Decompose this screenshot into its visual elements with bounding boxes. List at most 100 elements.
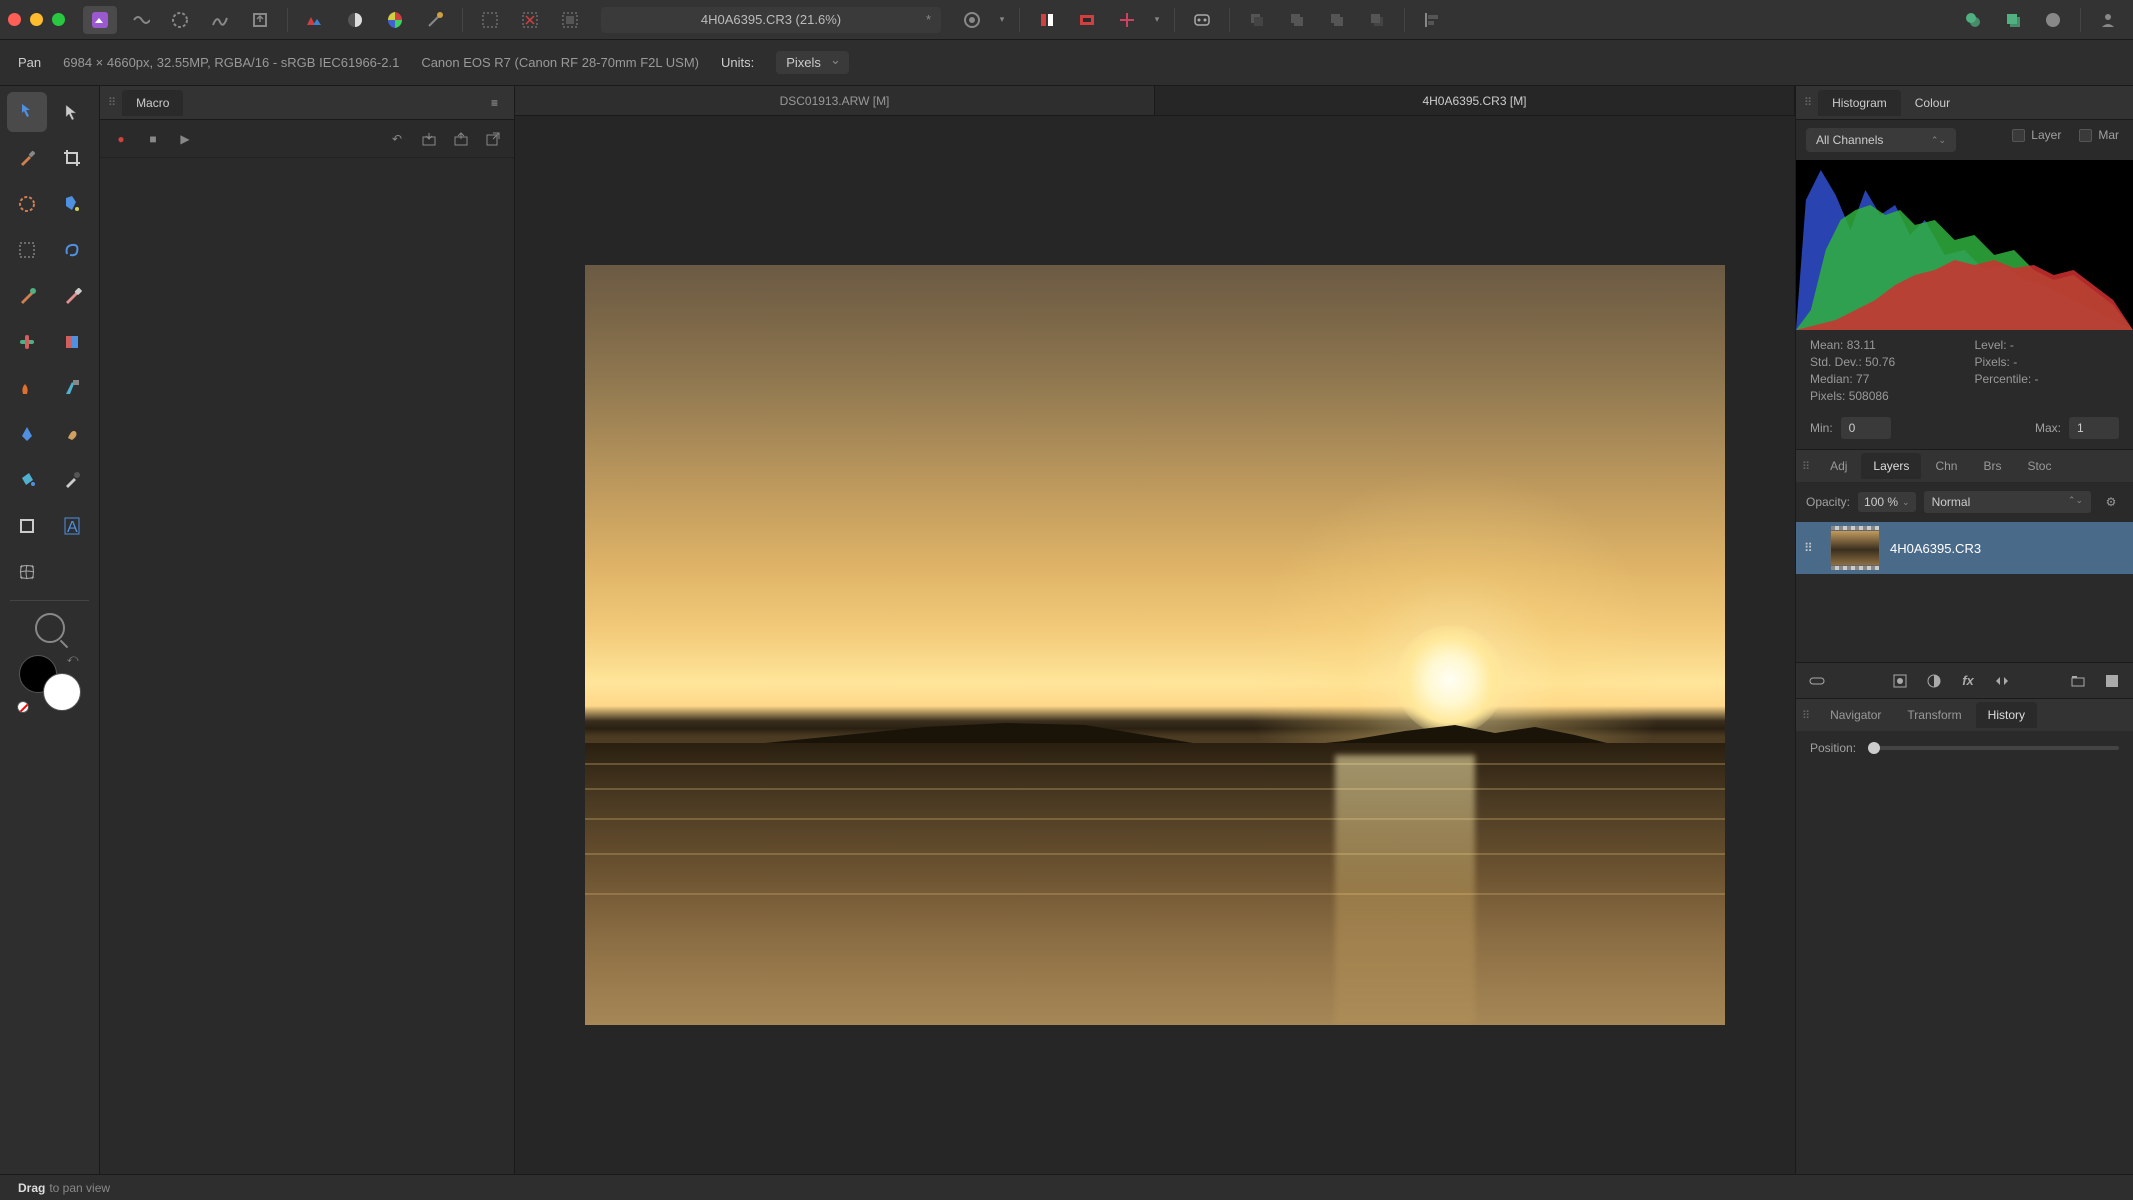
quick-mask-dropdown[interactable]: ▾ xyxy=(995,6,1009,34)
color-swatches[interactable]: ⤺ xyxy=(19,655,81,711)
document-title-field[interactable]: 4H0A6395.CR3 (21.6%) * xyxy=(601,7,941,33)
account-icon[interactable] xyxy=(2091,6,2125,34)
arrange-back-icon[interactable] xyxy=(1240,6,1274,34)
layer-settings-icon[interactable]: ⚙ xyxy=(2099,490,2123,514)
blend-mode-select[interactable]: Normal⌃⌄ xyxy=(1924,491,2091,513)
marquee-tool[interactable] xyxy=(7,230,47,270)
quick-mask-icon[interactable] xyxy=(955,6,989,34)
histogram-panel-grip[interactable]: ⠿ xyxy=(1804,96,1810,109)
add-layer-group-icon[interactable] xyxy=(1956,6,1990,34)
arrange-front-icon[interactable] xyxy=(1360,6,1394,34)
zoom-tool[interactable] xyxy=(35,613,65,643)
clone-brush-tool[interactable] xyxy=(52,322,92,362)
robot-assistant-icon[interactable] xyxy=(1185,6,1219,34)
macro-tab[interactable]: Macro xyxy=(122,90,183,116)
channels-subtab[interactable]: Chn xyxy=(1923,453,1969,479)
max-input[interactable] xyxy=(2069,417,2119,439)
tone-mapping-persona-button[interactable] xyxy=(203,6,237,34)
add-layer-icon[interactable] xyxy=(1996,6,2030,34)
flood-select-tool[interactable] xyxy=(52,184,92,224)
force-pixel-alignment-icon[interactable] xyxy=(1110,6,1144,34)
macro-record-button[interactable]: ● xyxy=(110,128,132,150)
text-tool[interactable]: A xyxy=(52,506,92,546)
freehand-selection-tool[interactable] xyxy=(52,230,92,270)
export-persona-button[interactable] xyxy=(243,6,277,34)
colour-tab[interactable]: Colour xyxy=(1901,90,1964,116)
alignment-dropdown[interactable]: ▾ xyxy=(1150,6,1164,34)
selection-invert-icon[interactable] xyxy=(553,6,587,34)
align-left-icon[interactable] xyxy=(1415,6,1449,34)
liquify-persona-button[interactable] xyxy=(123,6,157,34)
opacity-field[interactable]: 100 %⌄ xyxy=(1858,492,1916,512)
transform-subtab[interactable]: Transform xyxy=(1895,702,1973,728)
stock-subtab[interactable]: Stoc xyxy=(2015,453,2063,479)
fx-layer-icon[interactable]: fx xyxy=(1957,670,1979,692)
panel-menu-icon[interactable]: ≡ xyxy=(483,92,506,114)
macro-popout-icon[interactable] xyxy=(482,128,504,150)
arrange-forward-icon[interactable] xyxy=(1320,6,1354,34)
brushes-subtab[interactable]: Brs xyxy=(1971,453,2013,479)
snapping-icon[interactable] xyxy=(1030,6,1064,34)
auto-adjust-icon[interactable] xyxy=(418,6,452,34)
panel-grip-icon[interactable]: ⠿ xyxy=(108,96,114,109)
history-subtab[interactable]: History xyxy=(1976,702,2037,728)
selection-deselect-icon[interactable] xyxy=(513,6,547,34)
stock-icon[interactable] xyxy=(2036,6,2070,34)
pen-tool[interactable] xyxy=(7,414,47,454)
document-tab-1[interactable]: DSC01913.ARW [M] xyxy=(515,86,1155,115)
retouch-tool[interactable] xyxy=(52,368,92,408)
history-position-slider[interactable] xyxy=(1868,746,2119,750)
arrange-backward-icon[interactable] xyxy=(1280,6,1314,34)
fill-tool[interactable] xyxy=(7,460,47,500)
layer-item[interactable]: ⠿ 4H0A6395.CR3 xyxy=(1796,522,2133,574)
group-layer-icon[interactable] xyxy=(2067,670,2089,692)
levels-adjustment-icon[interactable] xyxy=(298,6,332,34)
mesh-warp-tool[interactable] xyxy=(7,552,47,592)
close-window-button[interactable] xyxy=(8,13,21,26)
history-panel-grip[interactable]: ⠿ xyxy=(1802,709,1808,722)
dodge-tool[interactable] xyxy=(7,368,47,408)
maximize-window-button[interactable] xyxy=(52,13,65,26)
layer-visibility-icon[interactable]: ⠿ xyxy=(1804,541,1820,555)
foreground-color-swatch[interactable] xyxy=(43,673,81,711)
macro-stop-button[interactable]: ■ xyxy=(142,128,164,150)
layers-panel-grip[interactable]: ⠿ xyxy=(1802,460,1808,473)
marquee-checkbox[interactable]: Mar xyxy=(2079,128,2119,142)
color-picker-tool[interactable] xyxy=(7,138,47,178)
layer-checkbox[interactable]: Layer xyxy=(2012,128,2061,142)
color-wheel-icon[interactable] xyxy=(378,6,412,34)
histogram-tab[interactable]: Histogram xyxy=(1818,90,1901,116)
no-color-icon[interactable] xyxy=(17,701,29,713)
develop-persona-button[interactable] xyxy=(163,6,197,34)
minimize-window-button[interactable] xyxy=(30,13,43,26)
add-pixel-layer-icon[interactable] xyxy=(2101,670,2123,692)
mask-layer-icon[interactable] xyxy=(1889,670,1911,692)
erase-brush-tool[interactable] xyxy=(52,276,92,316)
photo-persona-button[interactable] xyxy=(83,6,117,34)
channel-select[interactable]: All Channels⌃⌄ xyxy=(1806,128,1956,152)
crop-tool[interactable] xyxy=(52,138,92,178)
assistant-icon[interactable] xyxy=(1070,6,1104,34)
units-select[interactable]: Pixels xyxy=(776,51,849,74)
viewport[interactable] xyxy=(515,116,1795,1174)
selection-all-icon[interactable] xyxy=(473,6,507,34)
navigator-subtab[interactable]: Navigator xyxy=(1818,702,1893,728)
macro-import-icon[interactable] xyxy=(418,128,440,150)
eyedropper-tool[interactable] xyxy=(52,460,92,500)
macro-undo-icon[interactable]: ↶ xyxy=(386,128,408,150)
adjustments-subtab[interactable]: Adj xyxy=(1818,453,1859,479)
healing-brush-tool[interactable] xyxy=(7,322,47,362)
selection-brush-tool[interactable] xyxy=(7,184,47,224)
adjustment-layer-icon[interactable] xyxy=(1923,670,1945,692)
min-input[interactable] xyxy=(1841,417,1891,439)
shape-tool[interactable] xyxy=(7,506,47,546)
document-tab-2[interactable]: 4H0A6395.CR3 [M] xyxy=(1155,86,1795,115)
macro-export-icon[interactable] xyxy=(450,128,472,150)
swap-colors-icon[interactable]: ⤺ xyxy=(67,653,79,666)
layers-subtab[interactable]: Layers xyxy=(1861,453,1921,479)
move-tool[interactable] xyxy=(52,92,92,132)
smudge-tool[interactable] xyxy=(52,414,92,454)
paint-brush-tool[interactable] xyxy=(7,276,47,316)
layer-link-icon[interactable] xyxy=(1806,670,1828,692)
macro-play-button[interactable]: ▶ xyxy=(174,128,196,150)
